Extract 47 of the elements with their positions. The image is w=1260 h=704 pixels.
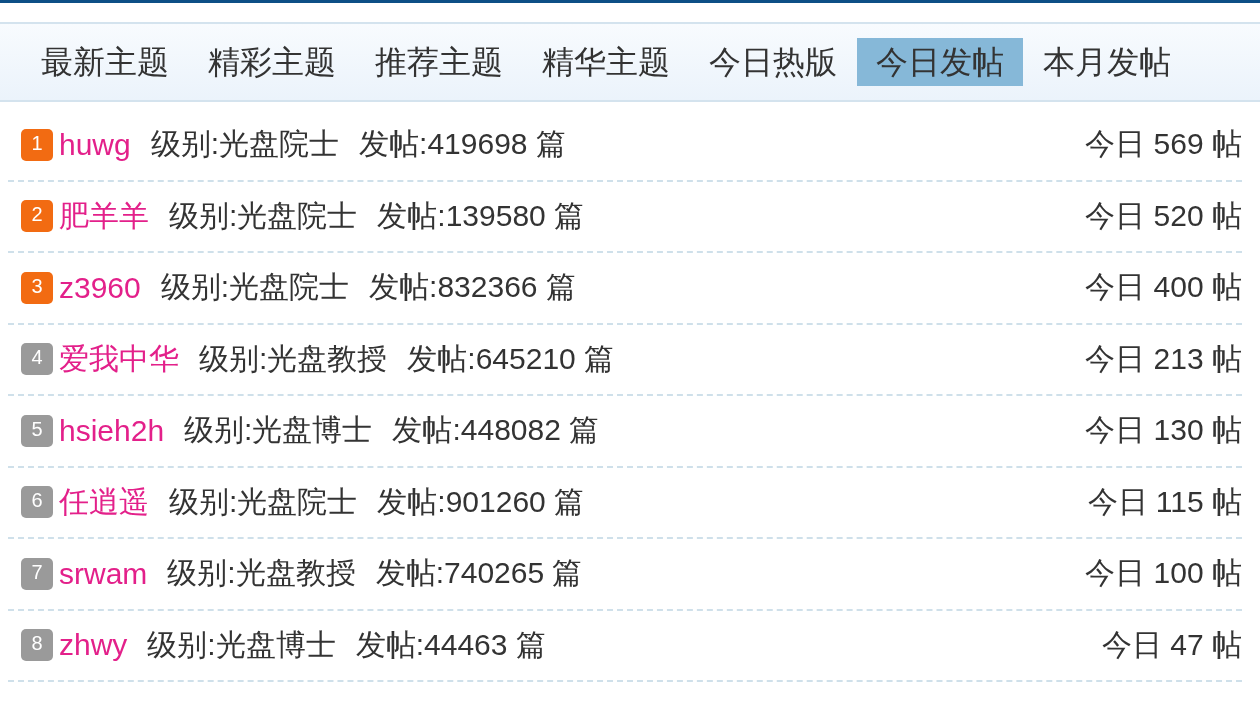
user-level: 级别:光盘院士 [169, 197, 358, 234]
tab[interactable]: 今日热版 [690, 38, 856, 86]
username-link[interactable]: huwg [59, 127, 131, 162]
today-post-count: 今日 115 帖 [1087, 483, 1242, 520]
post-count: 发帖:448082 篇 [392, 412, 600, 449]
rank-badge: 7 [21, 557, 53, 590]
user-level: 级别:光盘博士 [184, 412, 373, 449]
username-link[interactable]: zhwy [59, 628, 128, 663]
user-level: 级别:光盘教授 [167, 555, 356, 592]
today-post-count: 今日 47 帖 [1101, 626, 1242, 663]
today-post-count: 今日 520 帖 [1085, 197, 1242, 234]
tab[interactable]: 精彩主题 [189, 38, 355, 86]
tab[interactable]: 精华主题 [523, 38, 689, 86]
tab[interactable]: 推荐主题 [356, 38, 522, 86]
user-level: 级别:光盘教授 [199, 340, 388, 377]
post-count: 发帖:645210 篇 [407, 340, 615, 377]
rank-badge: 8 [21, 629, 53, 662]
rank-badge: 3 [21, 271, 53, 304]
user-level: 级别:光盘博士 [147, 626, 336, 663]
post-count: 发帖:740265 篇 [375, 555, 583, 592]
post-count: 发帖:139580 篇 [377, 197, 585, 234]
tab[interactable]: 今日发帖 [857, 38, 1023, 86]
tab[interactable]: 本月发帖 [1024, 38, 1190, 86]
username-link[interactable]: 任逍遥 [59, 481, 149, 523]
tab[interactable]: 最新主题 [22, 38, 188, 86]
post-count: 发帖:44463 篇 [355, 626, 546, 663]
user-level: 级别:光盘院士 [169, 483, 358, 520]
username-link[interactable]: srwam [59, 556, 148, 591]
post-count: 发帖:901260 篇 [377, 483, 585, 520]
rank-badge: 1 [21, 128, 53, 161]
username-link[interactable]: hsieh2h [59, 413, 165, 448]
post-count: 发帖:419698 篇 [359, 126, 566, 163]
post-count: 发帖:832366 篇 [369, 269, 576, 306]
rank-badge: 6 [21, 486, 53, 519]
today-post-count: 今日 400 帖 [1085, 269, 1242, 306]
username-link[interactable]: 肥羊羊 [59, 195, 149, 237]
user-level: 级别:光盘院士 [160, 269, 350, 306]
today-post-count: 今日 130 帖 [1085, 412, 1242, 449]
user-level: 级别:光盘院士 [150, 126, 340, 163]
username-link[interactable]: z3960 [59, 270, 141, 305]
rank-badge: 4 [21, 343, 53, 376]
today-post-count: 今日 100 帖 [1085, 555, 1242, 592]
username-link[interactable]: 爱我中华 [59, 338, 179, 380]
today-post-count: 今日 213 帖 [1085, 340, 1242, 377]
today-post-count: 今日 569 帖 [1085, 126, 1242, 163]
rank-badge: 2 [21, 200, 53, 233]
rank-badge: 5 [21, 414, 53, 447]
